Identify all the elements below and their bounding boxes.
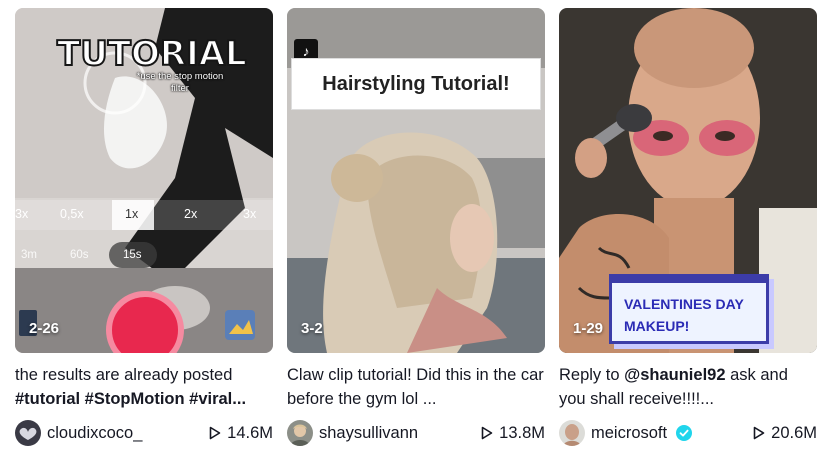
avatar: [15, 420, 41, 446]
avatar: [559, 420, 585, 446]
play-count: 13.8M: [481, 424, 545, 443]
duration-option: 60s: [70, 249, 89, 261]
overlay-title: TUTORIAL: [56, 33, 248, 75]
sticker-line: VALENTINES DAY: [624, 296, 744, 312]
zoom-option-selected: 1x: [125, 207, 139, 221]
username: shaysullivann: [319, 423, 419, 442]
play-count: 20.6M: [753, 424, 817, 443]
play-count-value: 20.6M: [771, 423, 817, 442]
play-icon: [753, 426, 765, 440]
sticker: VALENTINES DAY MAKEUP!: [609, 274, 769, 344]
video-meta: shaysullivann 13.8M: [287, 419, 545, 447]
caption-prefix: Reply to: [559, 366, 625, 384]
sticker-bar: [612, 277, 766, 283]
author-link[interactable]: shaysullivann: [287, 420, 418, 446]
play-icon: [209, 426, 221, 440]
caption-text: the results are already posted: [15, 366, 233, 384]
zoom-row: 3x 0,5x 1x 2x 3x: [15, 200, 273, 230]
zoom-option: 3x: [243, 207, 257, 221]
zoom-option: 0,5x: [60, 207, 84, 221]
caption-hashtags[interactable]: #tutorial #StopMotion #viral...: [15, 390, 246, 408]
date-badge: 2-26: [29, 320, 60, 337]
video-caption[interactable]: Reply to @shauniel92 ask and you shall r…: [559, 363, 817, 413]
video-thumbnail[interactable]: ♪ Hairstyling Tutorial! 3-2: [287, 8, 545, 353]
overlay-note: *use the stop motion filter: [136, 71, 224, 94]
caption-text: Claw clip tutorial! Did this in the car …: [287, 366, 544, 408]
video-thumbnail[interactable]: VALENTINES DAY MAKEUP! 1-29: [559, 8, 817, 353]
sticker-line: MAKEUP!: [624, 318, 690, 334]
date-badge: 1-29: [573, 320, 604, 337]
video-card[interactable]: ♪ Hairstyling Tutorial! 3-2 Claw clip tu…: [287, 8, 545, 447]
overlay-title: Hairstyling Tutorial!: [291, 58, 541, 110]
video-caption[interactable]: the results are already posted #tutorial…: [15, 363, 273, 413]
author-link[interactable]: meicrosoft: [559, 420, 693, 446]
avatar: [287, 420, 313, 446]
play-count: 14.6M: [209, 424, 273, 443]
video-card[interactable]: VALENTINES DAY MAKEUP! 1-29 Reply to @sh…: [559, 8, 817, 447]
video-grid: TUTORIAL *use the stop motion filter 3x …: [0, 0, 832, 456]
username: cloudixcoco_: [47, 423, 143, 442]
verified-badge-icon: [676, 425, 693, 441]
video-meta: meicrosoft 20.6M: [559, 419, 817, 447]
video-caption[interactable]: Claw clip tutorial! Did this in the car …: [287, 363, 545, 413]
sticker-text: VALENTINES DAY MAKEUP!: [624, 293, 744, 337]
duration-option-selected: 15s: [123, 249, 142, 261]
play-icon: [481, 426, 493, 440]
date-badge: 3-2: [301, 320, 323, 337]
video-meta: cloudixcoco_ 14.6M: [15, 419, 273, 447]
play-count-value: 14.6M: [227, 423, 273, 442]
username: meicrosoft: [591, 423, 668, 442]
author-link[interactable]: cloudixcoco_: [15, 420, 142, 446]
play-count-value: 13.8M: [499, 423, 545, 442]
video-thumbnail[interactable]: TUTORIAL *use the stop motion filter 3x …: [15, 8, 273, 353]
zoom-option: 3x: [15, 207, 29, 221]
caption-mention[interactable]: @shauniel92: [624, 366, 725, 384]
duration-option: 3m: [21, 249, 37, 261]
zoom-option: 2x: [184, 207, 198, 221]
video-card[interactable]: TUTORIAL *use the stop motion filter 3x …: [15, 8, 273, 447]
